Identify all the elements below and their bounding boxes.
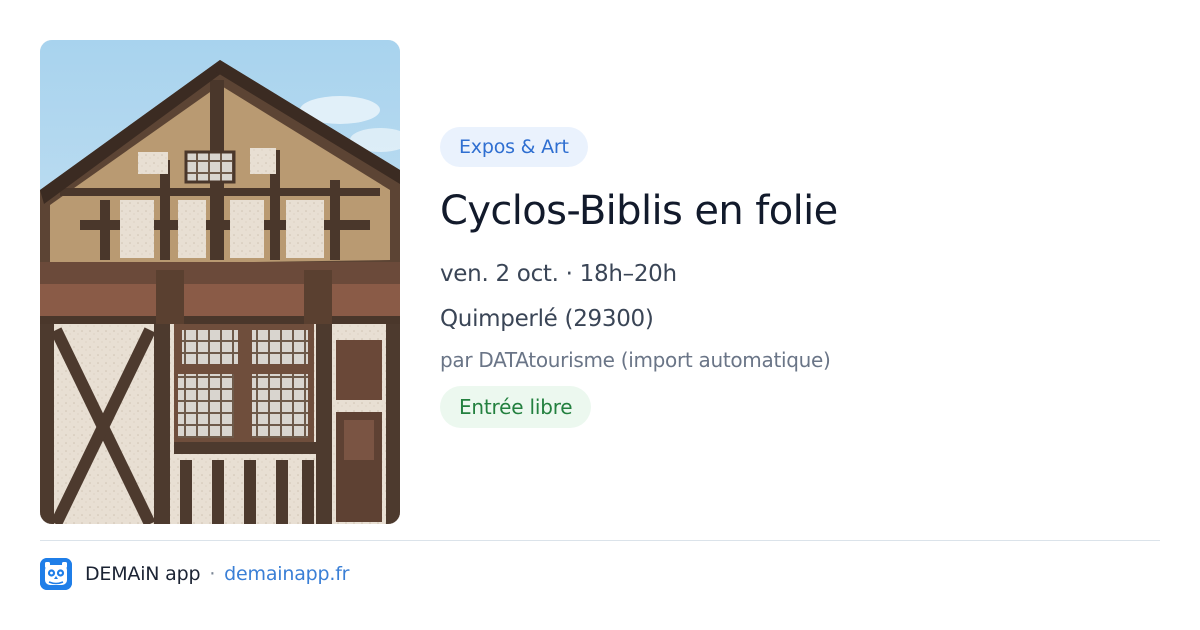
- footer-separator: ·: [209, 563, 216, 585]
- app-footer: DEMAiN app · demainapp.fr: [40, 558, 350, 590]
- footer-divider: [40, 540, 1160, 541]
- event-title: Cyclos-Biblis en folie: [440, 188, 838, 234]
- app-name: DEMAiN app: [85, 563, 201, 585]
- event-location: Quimperlé (29300): [440, 306, 654, 332]
- event-datetime: ven. 2 oct. · 18h–20h: [440, 261, 677, 287]
- app-url-link[interactable]: demainapp.fr: [224, 563, 349, 585]
- event-photo: [40, 40, 400, 524]
- event-share-card: Expos & Art Cyclos-Biblis en folie ven. …: [0, 0, 1200, 630]
- category-chip[interactable]: Expos & Art: [440, 127, 588, 167]
- price-chip: Entrée libre: [440, 386, 592, 428]
- owl-icon: [40, 558, 72, 590]
- event-source: par DATAtourisme (import automatique): [440, 348, 831, 372]
- event-info: Expos & Art Cyclos-Biblis en folie ven. …: [440, 127, 1160, 428]
